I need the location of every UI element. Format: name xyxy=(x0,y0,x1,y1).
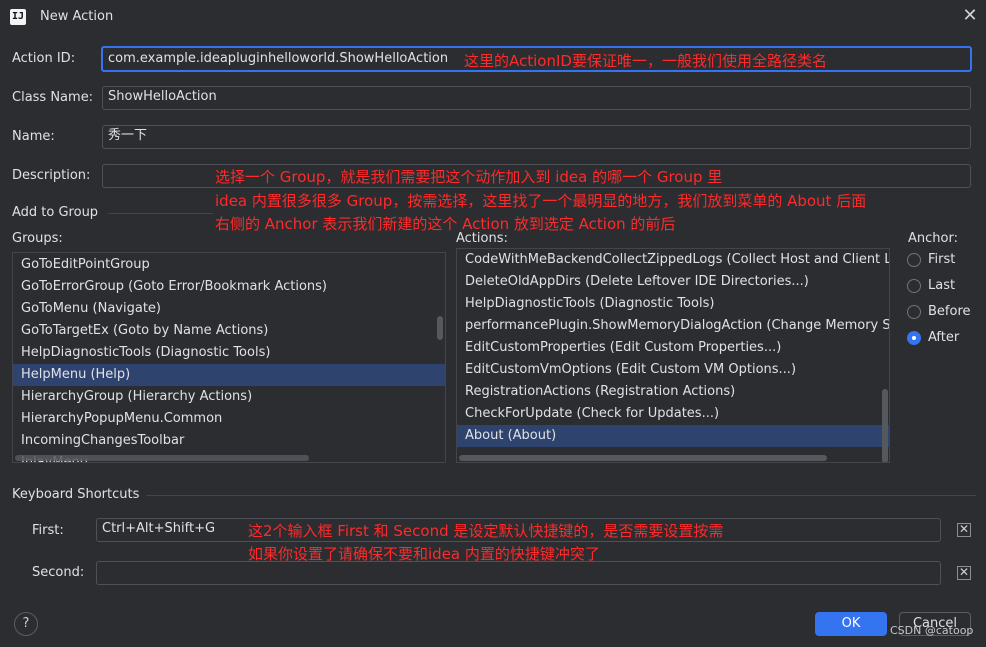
actions-list-item[interactable]: performancePlugin.ShowMemoryDialogAction… xyxy=(457,315,889,337)
anchor-first-radio[interactable] xyxy=(907,253,921,267)
actions-vertical-scrollbar[interactable] xyxy=(882,389,888,462)
actions-list-item[interactable]: CodeWithMeBackendCollectZippedLogs (Coll… xyxy=(457,249,889,271)
help-icon[interactable]: ? xyxy=(14,612,38,636)
anchor-first-label[interactable]: First xyxy=(928,252,955,267)
add-to-group-section-label: Add to Group xyxy=(12,205,99,220)
groups-list-item[interactable]: GoToEditPointGroup xyxy=(13,254,445,276)
groups-vertical-scrollbar[interactable] xyxy=(437,316,443,340)
groups-horizontal-scrollbar[interactable] xyxy=(15,455,309,461)
dialog-title: New Action xyxy=(40,9,114,24)
clear-second-shortcut-icon[interactable]: ✕ xyxy=(957,566,971,580)
action-id-label: Action ID: xyxy=(12,51,76,66)
groups-list-item[interactable]: GoToMenu (Navigate) xyxy=(13,298,445,320)
clear-first-shortcut-icon[interactable]: ✕ xyxy=(957,523,971,537)
description-label: Description: xyxy=(12,168,91,183)
actions-list-item[interactable]: EditCustomProperties (Edit Custom Proper… xyxy=(457,337,889,359)
group-annotation-line-1: 选择一个 Group，就是我们需要把这个动作加入到 idea 的哪一个 Grou… xyxy=(215,168,723,186)
groups-list-item[interactable]: GoToErrorGroup (Goto Error/Bookmark Acti… xyxy=(13,276,445,298)
anchor-before-label[interactable]: Before xyxy=(928,304,971,319)
csdn-watermark: CSDN @catoop xyxy=(890,624,974,637)
actions-horizontal-scrollbar[interactable] xyxy=(459,455,827,461)
actions-list-item-selected[interactable]: About (About) xyxy=(457,425,889,447)
groups-list-item[interactable]: HierarchyPopupMenu.Common xyxy=(13,408,445,430)
anchor-label: Anchor: xyxy=(908,231,958,246)
keyboard-shortcuts-section-label: Keyboard Shortcuts xyxy=(12,487,140,502)
close-icon[interactable]: ✕ xyxy=(961,7,979,25)
keyboard-shortcuts-separator xyxy=(146,495,976,496)
groups-label: Groups: xyxy=(12,231,63,246)
actions-list-item[interactable]: DeleteOldAppDirs (Delete Leftover IDE Di… xyxy=(457,271,889,293)
add-to-group-separator xyxy=(108,213,213,214)
groups-list-item[interactable]: HierarchyGroup (Hierarchy Actions) xyxy=(13,386,445,408)
actions-list-item[interactable]: EditCustomVmOptions (Edit Custom VM Opti… xyxy=(457,359,889,381)
shortcut-annotation-line-1: 这2个输入框 First 和 Second 是设定默认快捷键的，是否需要设置按需 xyxy=(248,522,724,540)
actions-list-item[interactable]: RegistrationActions (Registration Action… xyxy=(457,381,889,403)
class-name-label: Class Name: xyxy=(12,90,94,105)
second-shortcut-label: Second: xyxy=(32,565,85,580)
intellij-app-icon: IJ xyxy=(10,9,26,25)
class-name-input[interactable]: ShowHelloAction xyxy=(102,86,971,110)
actions-label: Actions: xyxy=(456,231,508,246)
second-shortcut-input[interactable] xyxy=(96,561,941,585)
groups-list-item[interactable]: IncomingChangesToolbar xyxy=(13,430,445,452)
title-bar xyxy=(0,0,986,34)
actions-list[interactable]: CodeWithMeBackendCollectZippedLogs (Coll… xyxy=(456,248,890,463)
ok-button[interactable]: OK xyxy=(815,612,887,636)
actions-list-item[interactable]: CheckForUpdate (Check for Updates...) xyxy=(457,403,889,425)
first-shortcut-label: First: xyxy=(32,523,64,538)
groups-list[interactable]: GoToEditPointGroup GoToErrorGroup (Goto … xyxy=(12,252,446,463)
groups-list-item[interactable]: GoToTargetEx (Goto by Name Actions) xyxy=(13,320,445,342)
anchor-last-label[interactable]: Last xyxy=(928,278,955,293)
anchor-after-radio[interactable] xyxy=(907,331,921,345)
groups-list-item-selected[interactable]: HelpMenu (Help) xyxy=(13,364,445,386)
anchor-before-radio[interactable] xyxy=(907,305,921,319)
group-annotation-line-3: 右侧的 Anchor 表示我们新建的这个 Action 放到选定 Action … xyxy=(215,215,676,233)
action-id-annotation: 这里的ActionID要保证唯一，一般我们使用全路径类名 xyxy=(464,52,827,70)
actions-list-item[interactable]: HelpDiagnosticTools (Diagnostic Tools) xyxy=(457,293,889,315)
name-input[interactable]: 秀一下 xyxy=(102,125,971,149)
name-label: Name: xyxy=(12,129,55,144)
anchor-last-radio[interactable] xyxy=(907,279,921,293)
groups-list-item[interactable]: HelpDiagnosticTools (Diagnostic Tools) xyxy=(13,342,445,364)
anchor-after-label[interactable]: After xyxy=(928,330,959,345)
group-annotation-line-2: idea 内置很多很多 Group，按需选择，这里找了一个最明显的地方，我们放到… xyxy=(215,192,867,210)
